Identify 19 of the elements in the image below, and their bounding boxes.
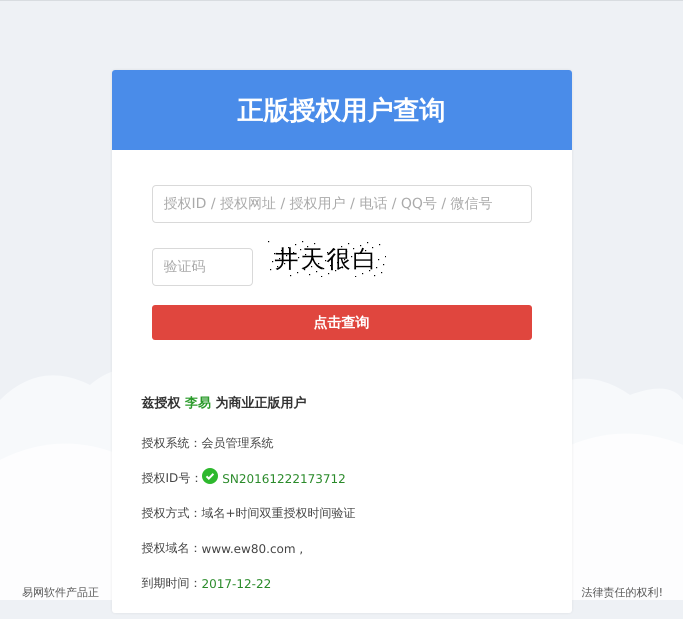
captcha-field[interactable]: 验证码	[152, 248, 252, 286]
footer-text: 易网软件产品正	[22, 585, 99, 600]
field-label: 授权系统：	[142, 435, 202, 452]
field-label: 授权方式：	[142, 505, 202, 522]
field-value: 域名+时间双重授权时间验证	[202, 505, 356, 522]
result-headline: 兹授权 李易 为商业正版用户	[142, 394, 308, 412]
field-label: 到期时间：	[142, 575, 202, 592]
field-value: SN20161222173712	[222, 472, 346, 486]
footer-text: 法律责任的权利!	[582, 585, 663, 600]
field-value: www.ew80.com ,	[202, 542, 304, 556]
field-value: 2017-12-22	[202, 576, 272, 590]
page-title: 正版授权用户查询	[238, 94, 446, 128]
check-icon	[202, 468, 218, 484]
field-value: 会员管理系统	[202, 435, 274, 452]
field-label: 授权ID号：	[142, 470, 202, 487]
captcha-image[interactable]: 井天很白	[268, 241, 386, 277]
submit-button[interactable]: 点击查询	[152, 305, 532, 340]
query-field[interactable]: 授权ID / 授权网址 / 授权用户 / 电话 / QQ号 / 微信号	[152, 185, 532, 223]
field-label: 授权域名：	[142, 540, 202, 557]
